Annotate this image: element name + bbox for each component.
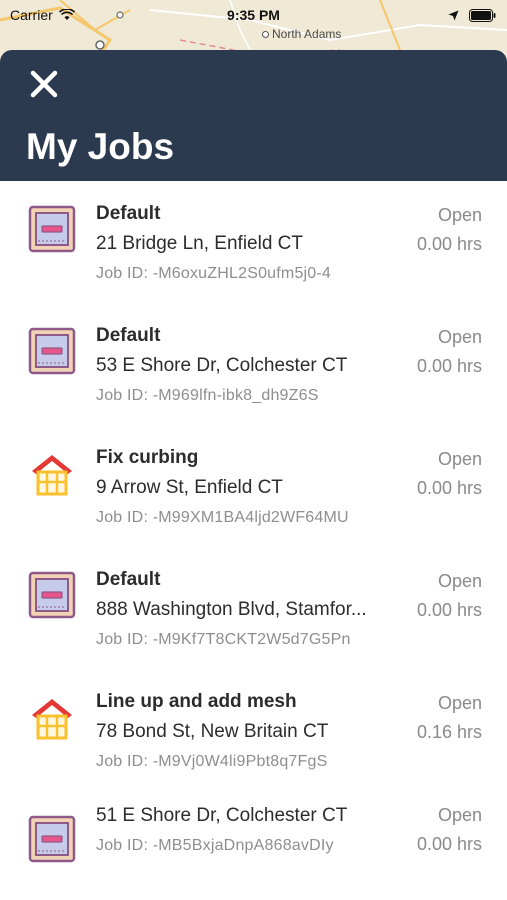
job-id: Job ID: -M9Vj0W4li9Pbt8q7FgS xyxy=(96,753,328,770)
job-id: Job ID: -M99XM1BA4ljd2WF64MU xyxy=(96,509,349,526)
job-list: Default 21 Bridge Ln, Enfield CT Job ID:… xyxy=(0,181,507,900)
job-text: Default 888 Washington Blvd, Stamfor... … xyxy=(96,567,396,655)
job-hours: 0.00 hrs xyxy=(416,356,482,376)
job-address: 51 E Shore Dr, Colchester CT xyxy=(96,805,348,826)
job-hours: 0.16 hrs xyxy=(416,722,482,742)
battery-icon xyxy=(469,8,496,22)
sheet-header: My Jobs xyxy=(0,50,507,181)
blueprint-icon xyxy=(28,815,76,863)
job-title: Fix curbing xyxy=(96,447,199,468)
job-address: 9 Arrow St, Enfield CT xyxy=(96,477,283,498)
job-meta: Open 0.00 hrs xyxy=(417,445,482,503)
map-place-dot xyxy=(262,30,269,38)
job-list-item[interactable]: Default 53 E Shore Dr, Colchester CT Job… xyxy=(0,303,507,425)
job-list-item[interactable]: Default 21 Bridge Ln, Enfield CT Job ID:… xyxy=(0,181,507,303)
job-status: Open xyxy=(437,327,482,347)
blueprint-icon xyxy=(28,327,76,375)
status-right xyxy=(317,8,497,22)
job-hours: 0.00 hrs xyxy=(416,478,482,498)
job-address: 78 Bond St, New Britain CT xyxy=(96,721,329,742)
job-list-item[interactable]: Fix curbing 9 Arrow St, Enfield CT Job I… xyxy=(0,425,507,547)
job-hours: 0.00 hrs xyxy=(416,600,482,620)
job-hours: 0.00 hrs xyxy=(416,834,482,854)
job-status: Open xyxy=(437,205,482,225)
job-hours: 0.00 hrs xyxy=(416,234,482,254)
page-title: My Jobs xyxy=(26,126,175,167)
job-list-item[interactable]: Line up and add mesh 78 Bond St, New Bri… xyxy=(0,669,507,791)
blueprint-icon xyxy=(28,205,76,253)
job-list-item[interactable]: Default 888 Washington Blvd, Stamfor... … xyxy=(0,547,507,669)
job-meta: Open 0.00 hrs xyxy=(417,567,482,625)
status-time: 9:35 PM xyxy=(227,7,280,23)
close-button[interactable] xyxy=(28,68,60,100)
job-address: 21 Bridge Ln, Enfield CT xyxy=(96,233,304,254)
carrier-label: Carrier xyxy=(10,7,53,23)
job-title: Default xyxy=(96,569,161,590)
job-status: Open xyxy=(437,571,482,591)
job-id: Job ID: -M969lfn-ibk8_dh9Z6S xyxy=(96,387,319,404)
job-title: Line up and add mesh xyxy=(96,691,297,712)
job-status: Open xyxy=(437,693,482,713)
job-list-item[interactable]: 51 E Shore Dr, Colchester CT Job ID: -MB… xyxy=(0,791,507,900)
job-status: Open xyxy=(437,805,482,825)
job-title: Default xyxy=(96,325,161,346)
job-status: Open xyxy=(437,449,482,469)
job-text: Line up and add mesh 78 Bond St, New Bri… xyxy=(96,689,396,777)
close-icon xyxy=(30,70,58,98)
job-text: Default 21 Bridge Ln, Enfield CT Job ID:… xyxy=(96,201,396,289)
job-meta: Open 0.00 hrs xyxy=(417,201,482,259)
house-icon xyxy=(28,693,76,741)
job-text: Fix curbing 9 Arrow St, Enfield CT Job I… xyxy=(96,445,396,533)
blueprint-icon xyxy=(28,571,76,619)
status-bar: Carrier 9:35 PM xyxy=(0,0,507,30)
job-meta: Open 0.16 hrs xyxy=(417,689,482,747)
wifi-icon xyxy=(58,9,75,20)
house-icon xyxy=(28,449,76,497)
job-address: 888 Washington Blvd, Stamfor... xyxy=(96,599,367,620)
job-id: Job ID: -M9Kf7T8CKT2W5d7G5Pn xyxy=(96,631,351,648)
location-arrow-icon xyxy=(448,10,459,20)
status-left: Carrier xyxy=(10,7,190,23)
job-title: Default xyxy=(96,203,161,224)
job-text: 51 E Shore Dr, Colchester CT Job ID: -MB… xyxy=(96,801,396,861)
job-meta: Open 0.00 hrs xyxy=(417,801,482,859)
job-text: Default 53 E Shore Dr, Colchester CT Job… xyxy=(96,323,396,411)
job-id: Job ID: -MB5BxjaDnpA868avDIy xyxy=(96,837,334,854)
job-address: 53 E Shore Dr, Colchester CT xyxy=(96,355,348,376)
job-id: Job ID: -M6oxuZHL2S0ufm5j0-4 xyxy=(96,265,332,282)
jobs-sheet: My Jobs Default 21 Bridge Ln, Enfield CT… xyxy=(0,50,507,900)
job-meta: Open 0.00 hrs xyxy=(417,323,482,381)
